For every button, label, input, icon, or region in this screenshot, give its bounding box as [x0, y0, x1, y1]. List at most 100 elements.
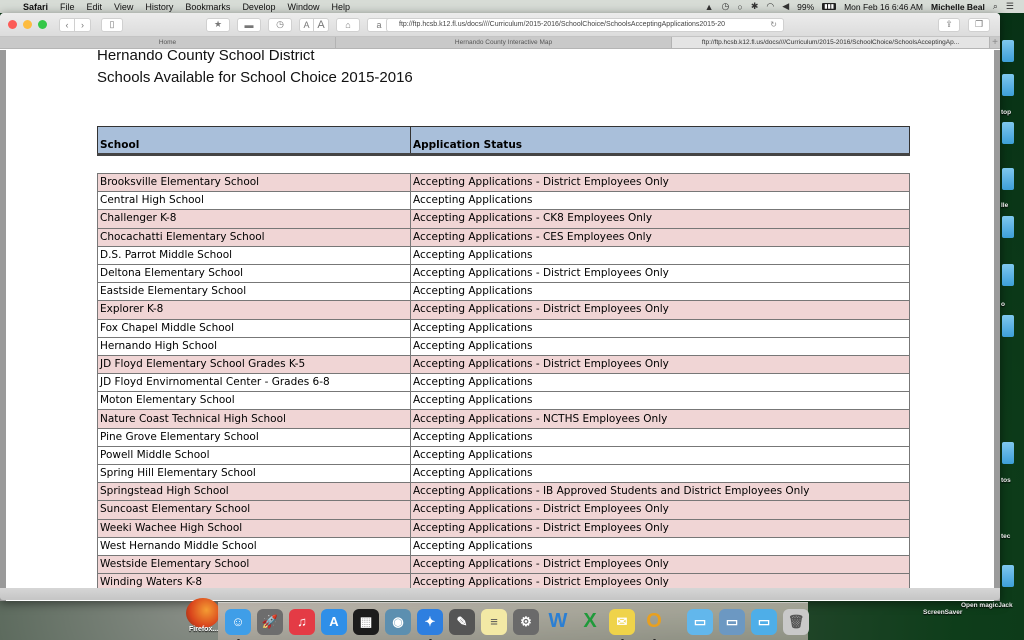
- volume-icon[interactable]: ◀: [782, 1, 789, 12]
- amazon-icon: a: [376, 19, 382, 30]
- dock-utility[interactable]: ✎: [449, 608, 475, 635]
- menu-view[interactable]: View: [114, 2, 133, 12]
- dock-excel[interactable]: X: [577, 609, 603, 635]
- dock-notes[interactable]: ≡: [481, 608, 507, 635]
- home-button[interactable]: ⌂: [336, 17, 360, 32]
- dock-safari[interactable]: ✦: [417, 608, 443, 640]
- tab-ftp-document[interactable]: ftp://ftp.hcsb.k12.fl.us/docs////Curricu…: [672, 37, 990, 48]
- desktop-folder-icon[interactable]: [1002, 315, 1014, 337]
- desktop-folder-icon[interactable]: [1002, 442, 1014, 464]
- new-tab-button[interactable]: +: [990, 37, 1000, 48]
- applications-folder-icon: ▭: [725, 613, 739, 629]
- desktop-folder-icon[interactable]: [1002, 216, 1014, 238]
- dock-applications-folder[interactable]: ▭: [719, 608, 745, 635]
- menu-window[interactable]: Window: [287, 2, 319, 12]
- dock-word[interactable]: W: [545, 609, 571, 635]
- address-bar[interactable]: ftp://ftp.hcsb.k12.fl.us/docs////Curricu…: [386, 17, 784, 32]
- battery-percent[interactable]: 99%: [797, 2, 814, 12]
- dock-outlook[interactable]: O: [641, 609, 667, 640]
- smaller-text-button[interactable]: A: [299, 17, 314, 32]
- school-name-cell: Suncoast Elementary School: [97, 500, 411, 520]
- documents-folder-icon: ▭: [693, 613, 707, 629]
- application-status-cell: Accepting Applications: [410, 282, 910, 302]
- application-status-cell: Accepting Applications: [410, 318, 910, 338]
- table-row: Eastside Elementary School Accepting Appl…: [97, 282, 910, 302]
- dock-finder[interactable]: ☺: [225, 608, 251, 640]
- school-name-cell: Moton Elementary School: [97, 391, 411, 411]
- sidebar-toggle-button[interactable]: ▯: [101, 17, 123, 32]
- share-button[interactable]: ⇪: [938, 17, 960, 32]
- wifi-icon[interactable]: ◠: [766, 1, 774, 12]
- clock[interactable]: Mon Feb 16 6:46 AM: [844, 2, 923, 12]
- reload-icon[interactable]: ↻: [770, 20, 777, 29]
- battery-icon[interactable]: ▮▮▮: [822, 3, 837, 10]
- firefox-desktop-icon[interactable]: [186, 598, 220, 628]
- menu-bookmarks[interactable]: Bookmarks: [185, 2, 230, 12]
- application-status-cell: Accepting Applications - District Employ…: [410, 354, 910, 375]
- school-name-cell: West Hernando Middle School: [97, 536, 411, 556]
- desktop-folder-icon[interactable]: [1002, 74, 1014, 96]
- history-button[interactable]: ◷: [268, 17, 292, 32]
- desktop-label: lle: [1001, 202, 1009, 209]
- table-row: Deltona Elementary School Accepting Appli…: [97, 263, 910, 284]
- table-row: Nature Coast Technical High School Accept…: [97, 409, 910, 429]
- dock-mission-control[interactable]: ▦: [353, 608, 379, 635]
- fullscreen-window-button[interactable]: [38, 20, 47, 29]
- notification-center-icon[interactable]: ☰: [1006, 1, 1014, 12]
- dock-app-store[interactable]: A: [321, 608, 347, 635]
- table-row: Powell Middle School Accepting Applicatio…: [97, 445, 910, 466]
- minimize-window-button[interactable]: [23, 20, 32, 29]
- chevron-right-icon: ›: [81, 19, 84, 30]
- dock-trash[interactable]: 🗑: [783, 608, 809, 635]
- school-name-cell: Powell Middle School: [97, 445, 411, 466]
- application-status-cell: Accepting Applications: [410, 445, 910, 466]
- schools-table: Brooksville Elementary School Accepting A…: [97, 172, 910, 593]
- school-name-cell: Chocachatti Elementary School: [97, 227, 411, 247]
- dock-itunes[interactable]: ♫: [289, 608, 315, 635]
- dock-system-preferences[interactable]: ⚙: [513, 608, 539, 635]
- word-icon: W: [548, 610, 568, 632]
- chat-icon[interactable]: ○: [737, 2, 742, 12]
- dock-launchpad[interactable]: 🚀: [257, 608, 283, 635]
- adobe-status-icon[interactable]: ▲: [705, 2, 714, 12]
- forward-button[interactable]: ›: [75, 17, 91, 32]
- desktop-folder-icon[interactable]: [1002, 40, 1014, 62]
- menu-help[interactable]: Help: [331, 2, 350, 12]
- table-header: School Application Status: [97, 126, 910, 156]
- dock-documents-folder[interactable]: ▭: [687, 608, 713, 635]
- dock-stickies[interactable]: ✉: [609, 608, 635, 640]
- magicjack-icon[interactable]: [1002, 565, 1014, 587]
- larger-text-button[interactable]: A: [314, 17, 329, 32]
- bluetooth-icon[interactable]: ✱: [751, 1, 759, 12]
- tab-home[interactable]: Home: [0, 37, 336, 48]
- excel-icon: X: [583, 610, 597, 632]
- menu-app-safari[interactable]: Safari: [23, 2, 48, 12]
- table-row: Moton Elementary School Accepting Applica…: [97, 391, 910, 411]
- menu-edit[interactable]: Edit: [87, 2, 103, 12]
- bookmark-button[interactable]: ★: [206, 17, 230, 32]
- application-status-cell: Accepting Applications - NCTHS Employees…: [410, 409, 910, 429]
- application-status-cell: Accepting Applications: [410, 427, 910, 447]
- tab-interactive-map[interactable]: Hernando County Interactive Map: [336, 37, 672, 48]
- print-button[interactable]: ▬: [237, 17, 261, 32]
- vertical-scrollbar[interactable]: [994, 50, 1000, 601]
- tabs-overview-icon: ❐: [974, 19, 984, 29]
- table-row: Springstead High School Accepting Applica…: [97, 482, 910, 502]
- close-window-button[interactable]: [8, 20, 17, 29]
- dock-iphoto[interactable]: ◉: [385, 608, 411, 635]
- spotlight-icon[interactable]: ⌕: [993, 1, 998, 12]
- menu-file[interactable]: File: [60, 2, 75, 12]
- menu-develop[interactable]: Develop: [242, 2, 275, 12]
- back-button[interactable]: ‹: [59, 17, 75, 32]
- desktop-folder-icon[interactable]: [1002, 122, 1014, 144]
- table-row: Spring Hill Elementary School Accepting A…: [97, 463, 910, 484]
- dock-downloads-folder[interactable]: ▭: [751, 608, 777, 635]
- time-machine-icon[interactable]: ◷: [722, 1, 730, 12]
- table-row: D.S. Parrot Middle School Accepting Appli…: [97, 245, 910, 265]
- desktop-folder-icon[interactable]: [1002, 264, 1014, 286]
- user-name[interactable]: Michelle Beal: [931, 2, 985, 12]
- menu-history[interactable]: History: [145, 2, 173, 12]
- desktop-folder-icon[interactable]: [1002, 168, 1014, 190]
- desktop-label: o: [1001, 301, 1005, 308]
- show-all-tabs-button[interactable]: ❐: [968, 17, 990, 32]
